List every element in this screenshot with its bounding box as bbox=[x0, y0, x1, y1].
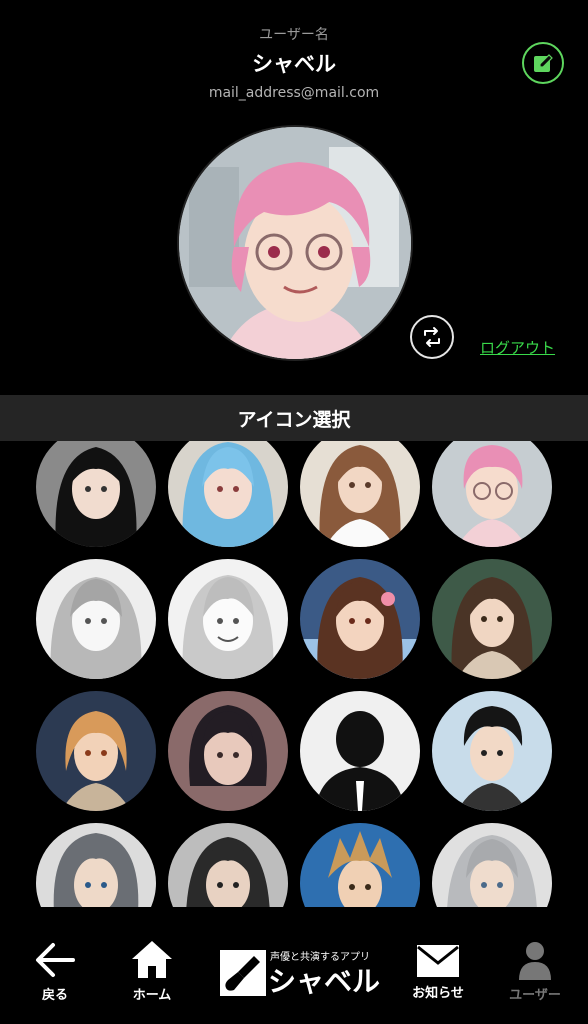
change-avatar-button[interactable] bbox=[410, 315, 454, 359]
icon-grid bbox=[0, 441, 588, 907]
home-icon bbox=[132, 941, 172, 978]
logout-link[interactable]: ログアウト bbox=[480, 337, 555, 358]
icon-option-silver-hair-man[interactable] bbox=[432, 823, 552, 907]
username-label: ユーザー名 bbox=[259, 27, 329, 43]
icon-select-title: アイコン選択 bbox=[0, 395, 588, 441]
user-icon bbox=[519, 942, 551, 980]
email-address: mail_address@mail.com bbox=[208, 85, 380, 101]
back-arrow-icon bbox=[36, 943, 75, 977]
nav-back[interactable]: 戻る bbox=[30, 924, 80, 1024]
nav-news-label: お知らせ bbox=[412, 986, 464, 1001]
icon-option-black-hair-boy[interactable] bbox=[432, 691, 552, 811]
icon-option-long-black-hair-girl[interactable] bbox=[36, 441, 156, 547]
nav-user[interactable]: ユーザー bbox=[500, 924, 570, 1024]
edit-icon bbox=[534, 54, 553, 72]
mail-icon bbox=[417, 945, 459, 977]
icon-option-gray-hair-boy[interactable] bbox=[36, 823, 156, 907]
icon-option-brown-hair-nurse[interactable] bbox=[300, 441, 420, 547]
icon-option-blue-hair-girl[interactable] bbox=[168, 441, 288, 547]
icon-option-silhouette-default[interactable] bbox=[300, 691, 420, 811]
shovel-logo-icon bbox=[220, 950, 266, 996]
icon-option-brown-hair-girl-forest[interactable] bbox=[432, 559, 552, 679]
icon-option-sketch-wavy-hair-girl[interactable] bbox=[36, 559, 156, 679]
icon-option-pink-hair-glasses[interactable] bbox=[432, 441, 552, 547]
current-avatar bbox=[177, 125, 413, 361]
icon-option-short-blonde-girl[interactable] bbox=[36, 691, 156, 811]
icon-option-long-dark-hair-man[interactable] bbox=[168, 823, 288, 907]
profile-header: ユーザー名 シャベル mail_address@mail.com ログアウト bbox=[0, 0, 588, 392]
icon-option-sketch-smiling-girl[interactable] bbox=[168, 559, 288, 679]
icon-option-flower-hair-girl[interactable] bbox=[300, 559, 420, 679]
bottom-navigation: 戻る ホーム 声優と共演するアプリ シャベル お知らせ ユーザー bbox=[0, 924, 588, 1024]
nav-back-label: 戻る bbox=[41, 988, 68, 1003]
username: シャベル bbox=[252, 52, 336, 76]
swap-icon bbox=[424, 327, 440, 347]
nav-home[interactable]: ホーム bbox=[122, 924, 182, 1024]
nav-brand-logo[interactable]: 声優と共演するアプリ シャベル bbox=[220, 946, 380, 998]
brand-name: シャベル bbox=[268, 965, 381, 998]
edit-profile-button[interactable] bbox=[522, 42, 564, 84]
nav-home-label: ホーム bbox=[132, 988, 172, 1003]
nav-news[interactable]: お知らせ bbox=[406, 924, 470, 1024]
nav-user-label: ユーザー bbox=[509, 988, 561, 1003]
icon-option-black-bob-girl[interactable] bbox=[168, 691, 288, 811]
icon-option-spiky-blonde-boy[interactable] bbox=[300, 823, 420, 907]
